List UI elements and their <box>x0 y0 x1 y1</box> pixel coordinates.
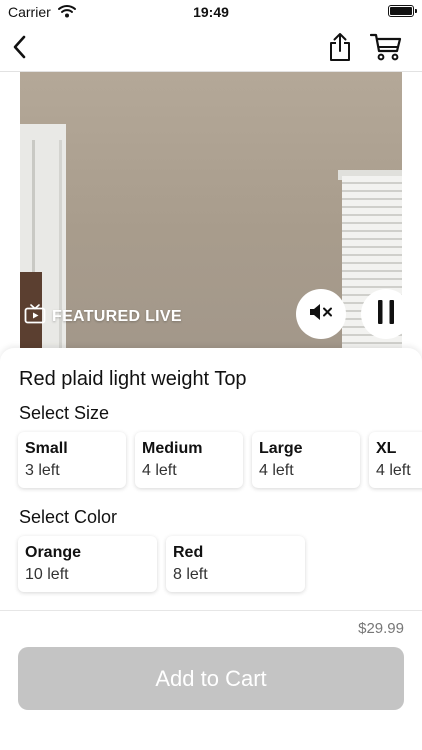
size-option-medium[interactable]: Medium 4 left <box>135 432 243 488</box>
battery-icon <box>388 5 417 17</box>
select-color-label: Select Color <box>19 507 118 527</box>
featured-live-label: FEATURED LIVE <box>52 307 182 325</box>
size-options: Small 3 left Medium 4 left Large 4 left … <box>18 432 422 488</box>
size-name: Small <box>25 440 68 457</box>
color-option-orange[interactable]: Orange 10 left <box>18 536 157 592</box>
select-size-label: Select Size <box>19 403 110 423</box>
nav-bar <box>0 26 422 72</box>
cart-icon <box>369 33 402 66</box>
size-name: Medium <box>142 440 203 457</box>
mute-icon <box>309 303 333 326</box>
color-stock: 8 left <box>173 566 208 583</box>
featured-live-badge: FEATURED LIVE <box>24 304 182 329</box>
live-tv-icon <box>24 304 46 329</box>
back-button[interactable] <box>2 32 36 66</box>
status-bar: Carrier 19:49 <box>0 0 422 24</box>
color-name: Orange <box>25 544 82 561</box>
color-option-red[interactable]: Red 8 left <box>166 536 305 592</box>
color-stock: 10 left <box>25 566 69 583</box>
size-option-small[interactable]: Small 3 left <box>18 432 126 488</box>
color-options: Orange 10 left Red 8 left <box>18 536 305 592</box>
checkout-footer: $29.99 Add to Cart <box>0 610 422 750</box>
mute-button[interactable] <box>296 289 346 339</box>
size-stock: 4 left <box>142 462 177 479</box>
back-chevron-icon <box>12 35 26 64</box>
pause-icon <box>376 299 396 330</box>
cart-button[interactable] <box>366 32 406 66</box>
share-icon <box>328 32 352 67</box>
color-name: Red <box>173 544 204 561</box>
pause-button[interactable] <box>361 289 411 339</box>
add-to-cart-button[interactable]: Add to Cart <box>18 647 404 710</box>
size-name: XL <box>376 440 397 457</box>
price-label: $29.99 <box>358 620 404 637</box>
size-stock: 4 left <box>376 462 411 479</box>
product-sheet: Red plaid light weight Top Select Size S… <box>0 348 422 610</box>
size-option-large[interactable]: Large 4 left <box>252 432 360 488</box>
size-option-xl[interactable]: XL 4 left <box>369 432 422 488</box>
share-button[interactable] <box>323 32 357 66</box>
product-title: Red plaid light weight Top <box>19 368 247 390</box>
size-stock: 4 left <box>259 462 294 479</box>
clock: 19:49 <box>193 4 229 20</box>
size-name: Large <box>259 440 303 457</box>
size-stock: 3 left <box>25 462 60 479</box>
